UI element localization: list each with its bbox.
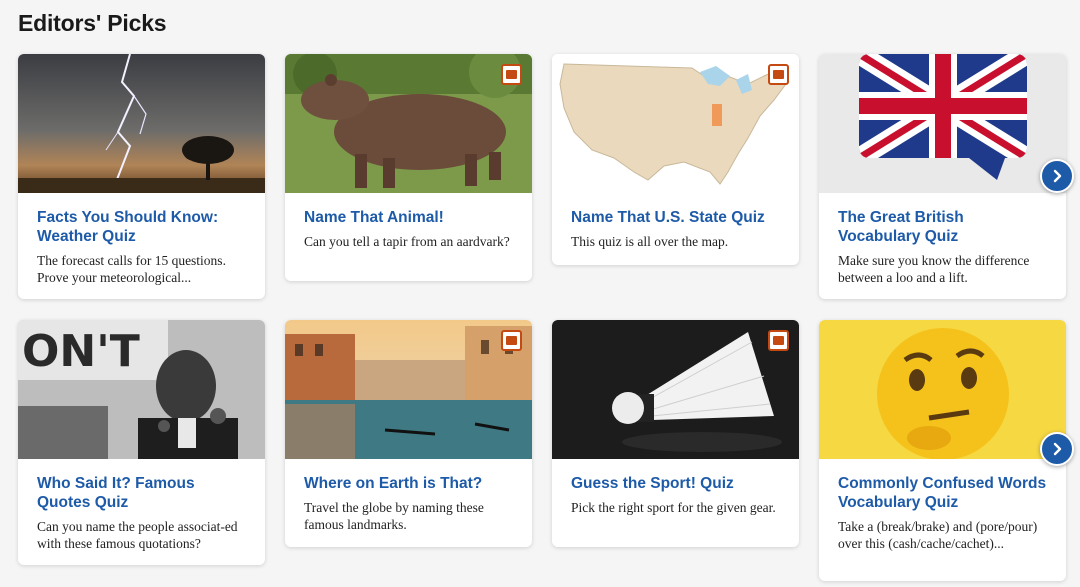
quiz-title[interactable]: Who Said It? Famous Quotes Quiz (37, 474, 246, 512)
carousel-next-button-row1[interactable] (1040, 159, 1074, 193)
quiz-description: Take a (break/brake) and (pore/pour) ove… (838, 519, 1038, 551)
quiz-title[interactable]: Commonly Confused Words Vocabulary Quiz (838, 474, 1047, 512)
speaker-at-microphones-image: ON'T (18, 320, 265, 459)
quiz-title[interactable]: The Great British Vocabulary Quiz (838, 208, 1047, 246)
quiz-description: Can you name the people associat-ed with… (37, 519, 238, 551)
quiz-title[interactable]: Guess the Sport! Quiz (571, 474, 780, 493)
us-map-image (552, 54, 799, 193)
chevron-right-icon (1053, 442, 1062, 456)
quiz-card-british-vocab[interactable]: The Great British Vocabulary Quiz Make s… (819, 54, 1066, 299)
image-icon (768, 64, 789, 85)
venice-canal-image (285, 320, 532, 459)
image-icon (501, 64, 522, 85)
quiz-title[interactable]: Where on Earth is That? (304, 474, 513, 493)
union-jack-speech-bubble-image (819, 54, 1066, 193)
quiz-card-weather[interactable]: Facts You Should Know: Weather Quiz The … (18, 54, 265, 299)
quiz-title[interactable]: Name That Animal! (304, 208, 513, 227)
quiz-title[interactable]: Facts You Should Know: Weather Quiz (37, 208, 246, 246)
shuttlecock-image (552, 320, 799, 459)
quiz-card-guess-sport[interactable]: Guess the Sport! Quiz Pick the right spo… (552, 320, 799, 547)
thinking-face-emoji-image (819, 320, 1066, 459)
quiz-description: This quiz is all over the map. (571, 234, 729, 249)
image-icon (501, 330, 522, 351)
lightning-storm-image (18, 54, 265, 193)
quiz-description: Make sure you know the difference betwee… (838, 253, 1030, 285)
section-title: Editors' Picks (18, 10, 167, 36)
carousel-next-button-row2[interactable] (1040, 432, 1074, 466)
quiz-description: The forecast calls for 15 questions. Pro… (37, 253, 226, 285)
quiz-title[interactable]: Name That U.S. State Quiz (571, 208, 780, 227)
quiz-card-us-state[interactable]: Name That U.S. State Quiz This quiz is a… (552, 54, 799, 265)
capybara-image (285, 54, 532, 193)
quiz-description: Can you tell a tapir from an aardvark? (304, 234, 510, 249)
quiz-description: Travel the globe by naming these famous … (304, 500, 484, 532)
quiz-description: Pick the right sport for the given gear. (571, 500, 776, 515)
image-icon (768, 330, 789, 351)
quiz-card-famous-quotes[interactable]: ON'T Who Said It? Famous Quotes Quiz Can… (18, 320, 265, 565)
svg-text:ON'T: ON'T (22, 326, 140, 377)
quiz-card-animal[interactable]: Name That Animal! Can you tell a tapir f… (285, 54, 532, 281)
quiz-card-confused-words[interactable]: Commonly Confused Words Vocabulary Quiz … (819, 320, 1066, 581)
chevron-right-icon (1053, 169, 1062, 183)
quiz-card-where-on-earth[interactable]: Where on Earth is That? Travel the globe… (285, 320, 532, 547)
